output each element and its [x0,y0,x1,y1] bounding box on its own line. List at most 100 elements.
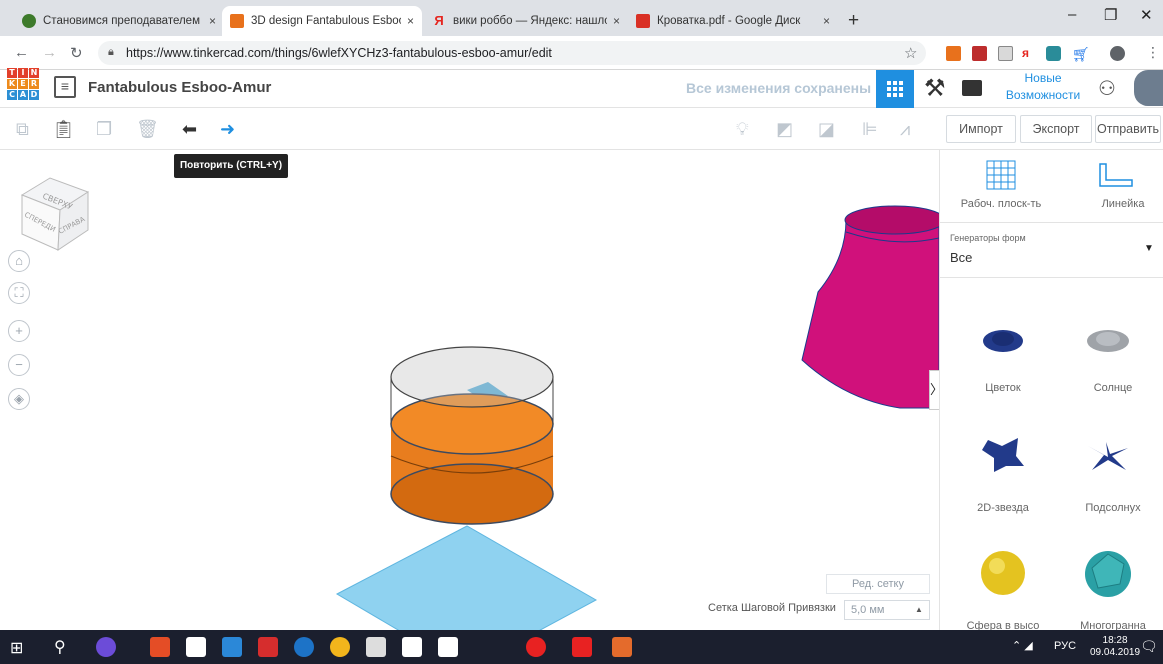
duplicate-icon[interactable]: ❐ [96,119,112,140]
mirror-icon[interactable]: ⩘ [900,119,910,140]
send-button[interactable]: Отправить [1095,115,1161,143]
zoom-in-icon[interactable]: + [8,320,30,342]
undo-icon[interactable]: ⬅ [182,119,197,140]
shape-label[interactable]: 2D-звезда [958,502,1048,514]
tab-title: вики роббо — Яндекс: нашлось [453,15,607,27]
shape-label[interactable]: Подсолнух [1068,502,1158,514]
home-view-icon[interactable]: ⌂ [8,250,30,272]
maximize-button[interactable]: ❐ [1104,6,1117,24]
extension-icon[interactable] [946,46,961,61]
add-user-icon[interactable]: ⚇ [1098,76,1116,101]
tab-close-icon[interactable]: × [823,14,830,28]
calculator-icon[interactable] [366,637,386,657]
sun-shape-icon[interactable] [1086,326,1130,356]
ruler-icon[interactable] [1098,162,1134,188]
extension-icon[interactable] [1046,46,1061,61]
forward-icon[interactable]: → [42,44,57,61]
zoom-out-icon[interactable]: − [8,354,30,376]
yandex-browser-icon[interactable] [572,637,592,657]
mail-app-icon[interactable] [402,637,422,657]
sphere-shape-icon[interactable] [980,550,1026,596]
cart-extension-icon[interactable]: 🛒︎ [1072,46,1090,62]
new-tab-button[interactable]: + [848,10,859,32]
start-icon[interactable]: ⊞ [10,638,23,658]
redo-icon[interactable]: ➜ [220,119,235,140]
delete-icon[interactable]: 🗑︎ [136,119,159,140]
chrome-icon[interactable] [330,637,350,657]
extension-icon[interactable] [972,46,987,61]
search-icon[interactable]: ⚲ [54,637,66,657]
workplane-label[interactable]: Рабоч. плоск-ть [940,198,1062,210]
shape-generators-dropdown[interactable]: Генераторы форм Все ▼ [940,222,1163,278]
notifications-icon[interactable]: 🗨︎ [1140,638,1158,655]
browser-tab[interactable]: Становимся преподавателем р × [14,6,224,36]
clock[interactable]: 18:28 09.04.2019 [1090,635,1140,659]
edge-icon[interactable] [294,637,314,657]
perspective-icon[interactable]: ◈ [8,388,30,410]
store-icon[interactable] [186,637,206,657]
edit-grid-button[interactable]: Ред. сетку [826,574,930,594]
language-indicator[interactable]: РУС [1054,640,1076,652]
profile-icon[interactable] [1110,46,1125,61]
sunflower-shape-icon[interactable] [1086,440,1130,474]
bookmark-star-icon[interactable]: ☆ [904,44,917,62]
close-window-button[interactable]: ✕ [1140,6,1153,24]
ungroup-icon[interactable]: ◪ [818,119,835,140]
url-field[interactable]: 🔒︎ https://www.tinkercad.com/things/6wle… [98,41,926,65]
import-button[interactable]: Импорт [946,115,1016,143]
app-icon[interactable] [222,637,242,657]
snap-grid-value: 5,0 мм [851,604,885,616]
polyhedron-shape-icon[interactable] [1084,550,1132,598]
app-icon[interactable] [150,637,170,657]
menu-dots-icon[interactable]: ⋮ [1146,44,1161,60]
design-menu-icon[interactable]: ≡ [54,76,76,98]
browser-tab[interactable]: Кроватка.pdf - Google Диск × [628,6,838,36]
flower-shape-icon[interactable] [982,326,1024,356]
copy-icon[interactable]: ⧉ [16,119,29,140]
dropdown-caret-icon: ▼ [1144,243,1154,254]
browser-tab-active[interactable]: 3D design Fantabulous Esboo-Ar × [222,6,422,36]
project-title[interactable]: Fantabulous Esboo-Amur [88,79,271,96]
group-icon[interactable]: ◩ [776,119,793,140]
bricks-icon[interactable] [962,80,982,96]
alice-icon[interactable] [96,637,116,657]
workplane-viewport[interactable]: СВЕРХУ СПЕРЕДИ СПРАВА ⌂ ⛶ + − ◈ [0,150,939,630]
back-icon[interactable]: ← [14,44,29,61]
notepad-icon[interactable] [438,637,458,657]
minimize-button[interactable]: – [1068,6,1076,23]
opera-icon[interactable] [526,637,546,657]
yandex-extension-icon[interactable]: я [1022,46,1037,61]
shape-label[interactable]: Цветок [958,382,1048,394]
avatar[interactable] [1134,70,1163,106]
ruler-label[interactable]: Линейка [1068,198,1163,210]
export-button[interactable]: Экспорт [1020,115,1092,143]
tab-close-icon[interactable]: × [407,14,414,28]
paste-icon[interactable]: 📋︎ [52,119,75,140]
snap-grid-select[interactable]: 5,0 мм ▲ [844,600,930,620]
logo-letter: A [18,90,28,100]
clock-time: 18:28 [1102,635,1128,646]
extension-icon[interactable] [998,46,1013,61]
tinkercad-logo[interactable]: T I N K E R C A D [7,68,39,100]
magenta-cup-shape[interactable] [801,205,939,409]
tray-icons[interactable]: ⌃ ◢ [1012,639,1033,652]
new-features-link[interactable]: Новые Возможности [1000,70,1086,104]
orange-cylinder-shape[interactable] [390,393,554,525]
grid-view-icon[interactable] [876,70,914,108]
mail-icon[interactable] [258,637,278,657]
fit-view-icon[interactable]: ⛶ [8,282,30,304]
browser-tab[interactable]: Я вики роббо — Яндекс: нашлось × [424,6,628,36]
tab-title: 3D design Fantabulous Esboo-Ar [251,15,401,27]
reload-icon[interactable]: ↻ [70,44,83,62]
pickaxe-icon[interactable]: ⚒ [924,74,946,103]
tab-close-icon[interactable]: × [613,14,620,28]
light-bulb-icon[interactable]: 💡︎ [736,119,749,140]
workplane-icon[interactable] [986,160,1016,190]
powerpoint-icon[interactable] [612,637,632,657]
view-cube[interactable]: СВЕРХУ СПЕРЕДИ СПРАВА [20,177,90,251]
tab-close-icon[interactable]: × [209,14,216,28]
align-icon[interactable]: ⊫ [862,119,878,140]
scene-canvas[interactable]: СВЕРХУ СПЕРЕДИ СПРАВА [0,150,939,630]
shape-label[interactable]: Солнце [1068,382,1158,394]
2d-star-shape-icon[interactable] [980,436,1026,474]
